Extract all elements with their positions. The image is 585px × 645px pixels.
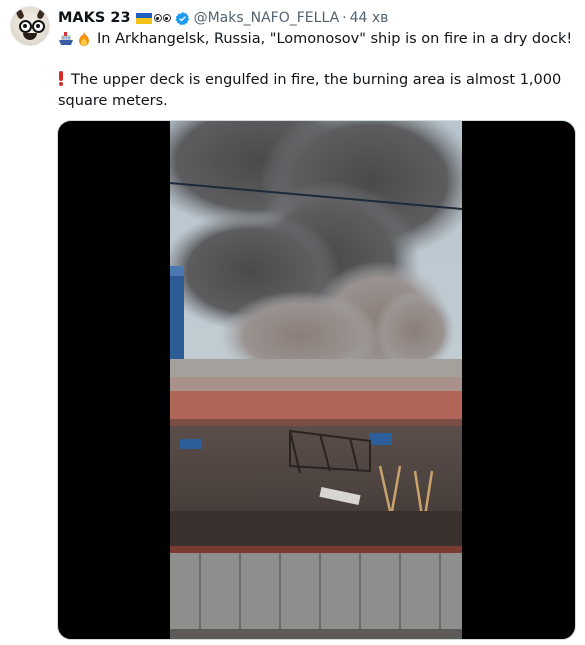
avatar-eye-left (19, 20, 32, 33)
author-handle[interactable]: @Maks_NAFO_FELLA (194, 10, 340, 26)
separator-dot: · (342, 10, 347, 26)
author-name[interactable]: MAKS 23 (58, 10, 131, 26)
eyes-emoji-icon (153, 14, 171, 22)
tweet-text-line2: The upper deck is engulfed in fire, the … (58, 70, 573, 112)
avatar-mouth (23, 33, 37, 40)
ukraine-flag-icon (135, 12, 152, 24)
avatar-horn-left (15, 8, 25, 20)
tweet-text-line1: In Arkhangelsk, Russia, "Lomonosov" ship… (58, 29, 572, 49)
red-exclamation-icon (58, 71, 64, 86)
tweet-video[interactable] (57, 120, 576, 640)
fire-emoji-icon (79, 32, 89, 46)
timestamp[interactable]: 44 хв (350, 10, 389, 26)
ship-emoji-icon (59, 32, 73, 45)
avatar-eye-right (32, 20, 45, 33)
avatar[interactable] (10, 6, 50, 46)
verified-badge-icon (175, 11, 189, 25)
video-frame[interactable] (170, 121, 462, 639)
tweet-header: MAKS 23 @Maks_NAFO_FELLA · 44 хв (58, 8, 388, 28)
video-still-image (170, 121, 462, 639)
avatar-horn-right (36, 8, 46, 20)
tweet-text-second: The upper deck is engulfed in fire, the … (58, 72, 562, 109)
tweet-text-first: In Arkhangelsk, Russia, "Lomonosov" ship… (97, 31, 573, 47)
